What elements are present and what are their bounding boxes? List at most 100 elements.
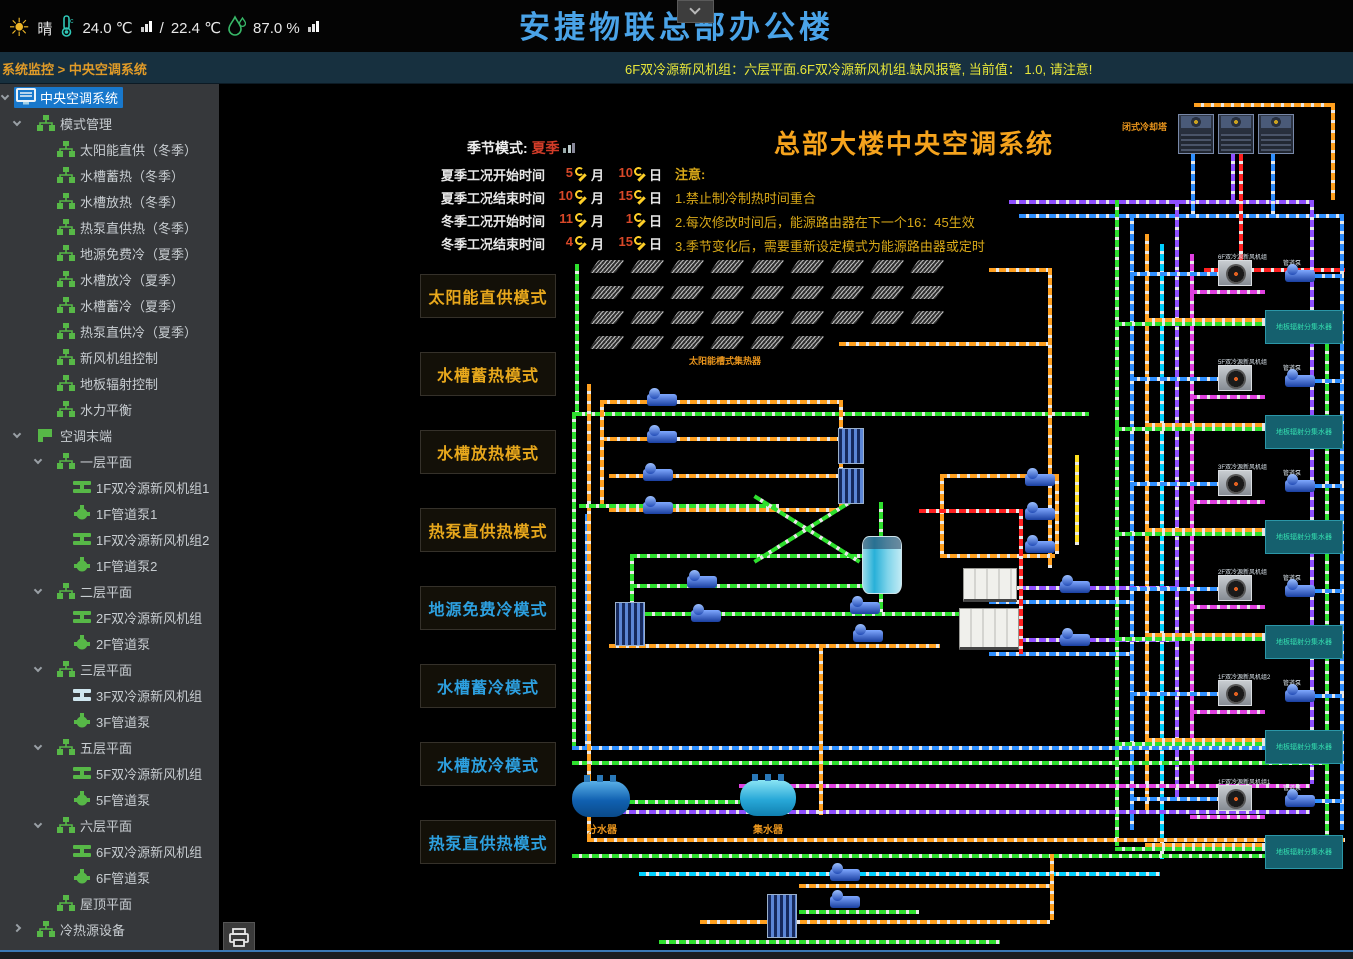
chevron-down-icon[interactable] <box>34 664 42 672</box>
pipe-green <box>572 412 576 746</box>
tree-item[interactable]: 地源免费冷（夏季） <box>0 240 219 266</box>
water-pump <box>1285 375 1315 387</box>
water-pump <box>850 602 880 614</box>
tree-item[interactable]: 五层平面 <box>0 734 219 760</box>
pipe-cyan <box>1160 244 1164 859</box>
tree-item[interactable]: 水槽蓄冷（夏季） <box>0 292 219 318</box>
tree-item[interactable]: 冷热源设备 <box>0 916 219 942</box>
edit-day-wrench-icon[interactable] <box>634 236 647 249</box>
mode-button[interactable]: 水槽蓄热模式 <box>420 352 556 396</box>
tree-item[interactable]: 六层平面 <box>0 812 219 838</box>
pipe-yellow <box>1075 455 1079 545</box>
tree-item[interactable]: 1F管道泵2 <box>0 552 219 578</box>
fresh-air-unit <box>1218 365 1252 391</box>
pipe-green <box>628 800 740 804</box>
org-icon <box>56 192 76 210</box>
mode-button[interactable]: 水槽放热模式 <box>420 430 556 474</box>
tree-item[interactable]: 一层平面 <box>0 448 219 474</box>
tree-item[interactable]: 水槽放冷（夏季） <box>0 266 219 292</box>
tree-item[interactable]: 空调末端 <box>0 422 219 448</box>
org-icon <box>36 920 56 938</box>
tree-item[interactable]: 5F双冷源新风机组 <box>0 760 219 786</box>
edit-day-wrench-icon[interactable] <box>634 190 647 203</box>
tree-item[interactable]: 6F管道泵 <box>0 864 219 890</box>
mode-button[interactable]: 水槽放冷模式 <box>420 742 556 786</box>
edit-month-wrench-icon[interactable] <box>575 167 588 180</box>
tree-item[interactable]: 模式管理 <box>0 110 219 136</box>
tree-item[interactable]: 新风机组控制 <box>0 344 219 370</box>
tree-item[interactable]: 热泵直供冷（夏季） <box>0 318 219 344</box>
pipe-orange <box>989 268 1048 272</box>
tree-item[interactable]: 屋顶平面 <box>0 890 219 916</box>
solar-collector-icon <box>749 286 784 299</box>
tree-item[interactable]: 3F管道泵 <box>0 708 219 734</box>
chevron-down-icon[interactable] <box>13 430 21 438</box>
solar-collector-icon <box>709 311 744 324</box>
water-pump <box>853 630 883 642</box>
chevron-down-icon[interactable] <box>34 820 42 828</box>
chevron-down-icon[interactable] <box>34 586 42 594</box>
tree-item[interactable]: 三层平面 <box>0 656 219 682</box>
tree-item[interactable]: 3F双冷源新风机组 <box>0 682 219 708</box>
mode-button[interactable]: 太阳能直供模式 <box>420 274 556 318</box>
mode-button[interactable]: 水槽蓄冷模式 <box>420 664 556 708</box>
pipe-orange <box>587 838 1345 842</box>
tree-item[interactable]: 二层平面 <box>0 578 219 604</box>
solar-collector-icon <box>789 311 824 324</box>
floor-radiant-panel: 地板辐射分集水器 <box>1265 415 1343 449</box>
tree-item[interactable]: 水槽蓄热（冬季） <box>0 162 219 188</box>
tree-item-label: 1F管道泵2 <box>96 556 157 575</box>
org-icon <box>56 400 76 418</box>
collapse-header-button[interactable] <box>677 0 714 23</box>
pipe-orange <box>1055 474 1059 554</box>
heat-pump-unit <box>963 568 1017 602</box>
tree-item[interactable]: 1F管道泵1 <box>0 500 219 526</box>
season-settings: 夏季工况开始时间5月10日夏季工况结束时间10月15日冬季工况开始时间11月1日… <box>441 162 701 254</box>
solar-collector-icon <box>829 286 864 299</box>
tree-item[interactable]: 热泵直供热（冬季） <box>0 214 219 240</box>
breadcrumb[interactable]: 系统监控 > 中央空调系统 <box>2 59 147 78</box>
pipe-orange <box>799 884 1050 888</box>
pipe-blue <box>1130 214 1134 830</box>
tree-item-label: 新风机组控制 <box>80 348 158 367</box>
collector-label: 集水器 <box>753 821 783 836</box>
tree-item[interactable]: 2F管道泵 <box>0 630 219 656</box>
tree-item[interactable]: 1F双冷源新风机组2 <box>0 526 219 552</box>
edit-month-wrench-icon[interactable] <box>575 213 588 226</box>
water-pump <box>1285 270 1315 282</box>
mode-button[interactable]: 热泵直供热模式 <box>420 508 556 552</box>
tree-item[interactable]: 地板辐射控制 <box>0 370 219 396</box>
pipe-orange <box>1145 738 1265 742</box>
solar-collector-icon <box>709 260 744 273</box>
chevron-down-icon[interactable] <box>13 118 21 126</box>
top-header: ☀ 晴 c 24.0 ℃ / 22.4 ℃ 87.0 % 安捷物联总部办公楼 <box>0 0 1353 52</box>
tree-item[interactable]: 中央空调系统 <box>0 84 219 110</box>
tree-item[interactable]: 水槽放热（冬季） <box>0 188 219 214</box>
ahu-icon <box>72 764 92 782</box>
solar-collector-icon <box>589 260 624 273</box>
tree-item[interactable]: 太阳能直供（冬季） <box>0 136 219 162</box>
tree-item[interactable]: 5F管道泵 <box>0 786 219 812</box>
setpoint-icon[interactable] <box>563 143 575 153</box>
tree-item[interactable]: 1F双冷源新风机组1 <box>0 474 219 500</box>
chevron-down-icon[interactable] <box>1 92 9 100</box>
edit-day-wrench-icon[interactable] <box>634 167 647 180</box>
tree-item-label: 空调末端 <box>60 426 112 445</box>
tree-item[interactable]: 6F双冷源新风机组 <box>0 838 219 864</box>
pipe-blue <box>1315 589 1344 593</box>
edit-day-wrench-icon[interactable] <box>634 213 647 226</box>
mode-button[interactable]: 地源免费冷模式 <box>420 586 556 630</box>
chevron-right-icon[interactable] <box>13 924 21 932</box>
edit-month-wrench-icon[interactable] <box>575 190 588 203</box>
tree-item[interactable]: 水力平衡 <box>0 396 219 422</box>
diagram-title: 总部大楼中央空调系统 <box>719 124 1109 161</box>
edit-month-wrench-icon[interactable] <box>575 236 588 249</box>
pipe-green <box>630 554 879 558</box>
solar-collector-icon <box>749 311 784 324</box>
tree-item[interactable]: 2F双冷源新风机组 <box>0 604 219 630</box>
chevron-down-icon[interactable] <box>34 742 42 750</box>
mode-button[interactable]: 热泵直供热模式 <box>420 820 556 864</box>
fresh-air-unit <box>1218 575 1252 601</box>
pipe-orange <box>1194 103 1331 107</box>
chevron-down-icon[interactable] <box>34 456 42 464</box>
